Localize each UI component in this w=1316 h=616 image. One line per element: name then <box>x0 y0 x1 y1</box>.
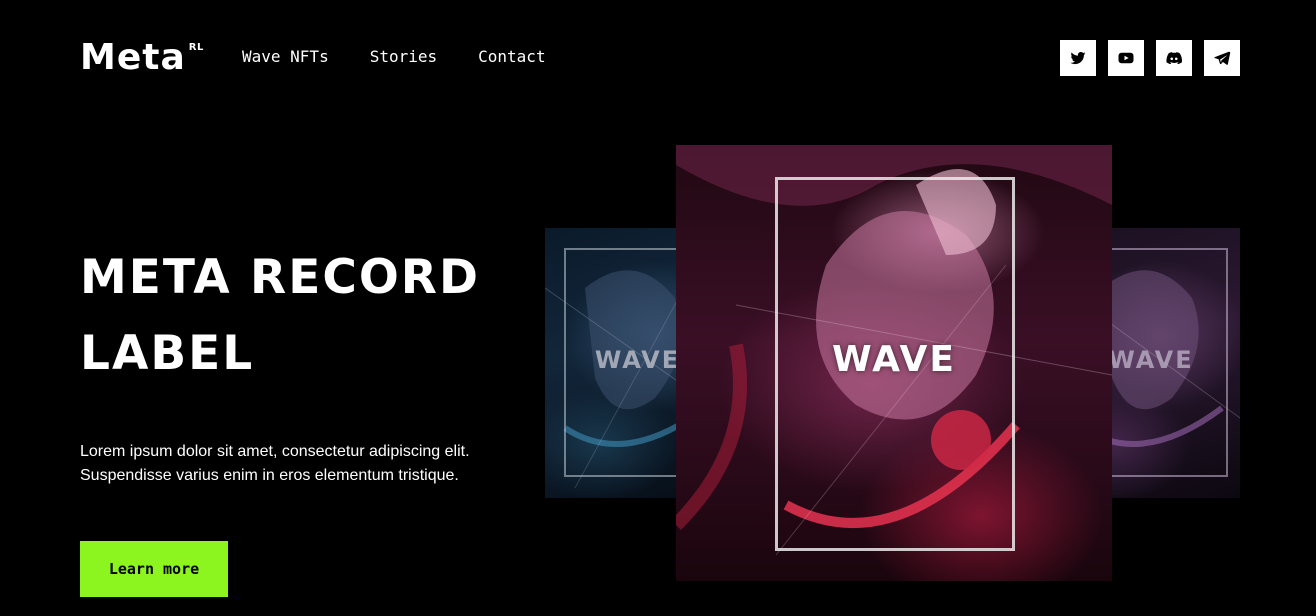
discord-button[interactable] <box>1156 40 1192 76</box>
nav-link-contact[interactable]: Contact <box>478 46 545 68</box>
artwork-wave-text: WAVE <box>832 339 956 380</box>
social-links <box>1060 40 1240 76</box>
learn-more-button[interactable]: Learn more <box>80 541 228 597</box>
youtube-button[interactable] <box>1108 40 1144 76</box>
twitter-button[interactable] <box>1060 40 1096 76</box>
logo-text: Meta <box>80 37 186 78</box>
nav-link-wave-nfts[interactable]: Wave NFTs <box>242 46 329 68</box>
hero-title: META RECORD LABEL <box>80 250 480 381</box>
twitter-icon <box>1070 52 1086 65</box>
telegram-icon <box>1214 51 1231 65</box>
logo[interactable]: Meta RL <box>80 38 204 78</box>
youtube-icon <box>1118 52 1134 64</box>
nav-link-stories[interactable]: Stories <box>370 46 437 68</box>
main-nav: Wave NFTs Stories Contact <box>242 46 546 68</box>
nft-artwork-center: WAVE <box>676 145 1112 581</box>
telegram-button[interactable] <box>1204 40 1240 76</box>
hero-description: Lorem ipsum dolor sit amet, consectetur … <box>80 443 470 484</box>
landing-page: Meta RL Wave NFTs Stories Contact META R… <box>0 0 1316 616</box>
discord-icon <box>1166 52 1183 65</box>
logo-superscript: RL <box>188 42 204 53</box>
